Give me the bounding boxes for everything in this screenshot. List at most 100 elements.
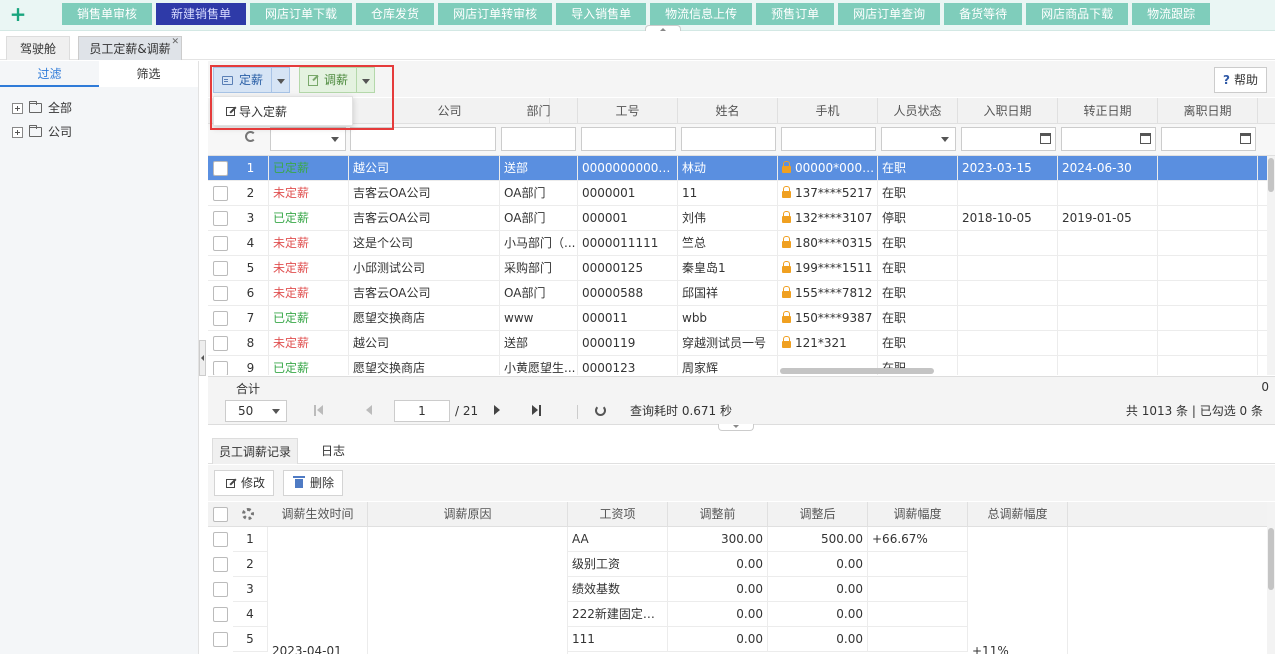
nav-tab[interactable]: 网店商品下载 xyxy=(1026,3,1129,25)
nav-tab[interactable]: 仓库发货 xyxy=(356,3,435,25)
regular-date-filter[interactable] xyxy=(1061,127,1156,151)
tab-salary[interactable]: 员工定薪&调薪 ✕ xyxy=(78,36,182,60)
phone-filter-input[interactable] xyxy=(781,127,876,151)
row-checkbox[interactable] xyxy=(213,557,228,572)
emp-no-filter-input[interactable] xyxy=(581,127,676,151)
col-regular-date[interactable]: 转正日期 xyxy=(1058,98,1158,124)
expand-icon[interactable] xyxy=(12,126,23,138)
first-page-button[interactable] xyxy=(314,403,326,417)
import-salary-menu-item[interactable]: 导入定薪 xyxy=(213,96,353,126)
col-name[interactable]: 姓名 xyxy=(678,98,778,124)
col-state[interactable]: 人员状态 xyxy=(878,98,958,124)
row-checkbox[interactable] xyxy=(213,361,228,375)
table-row[interactable]: 8 未定薪 越公司 送部 0000119 穿越测试员一号 121*321 在职 xyxy=(208,331,1267,356)
prev-page-button[interactable] xyxy=(366,403,378,417)
edit-button[interactable]: 修改 xyxy=(214,470,275,496)
refresh-icon[interactable] xyxy=(245,131,256,142)
dept-filter-input[interactable] xyxy=(501,127,576,151)
adjust-salary-button[interactable]: 调薪 xyxy=(299,67,358,93)
hire-date-filter[interactable] xyxy=(961,127,1056,151)
collapse-bottom-handle[interactable] xyxy=(718,424,754,431)
nav-tab[interactable]: 导入销售单 xyxy=(556,3,647,25)
col-salary-item[interactable]: 工资项 xyxy=(568,502,668,527)
company-filter-input[interactable] xyxy=(350,127,496,151)
set-salary-dropdown-toggle[interactable] xyxy=(272,67,291,93)
nav-tab[interactable]: 销售单审核 xyxy=(62,3,153,25)
table-row[interactable]: 9 已定薪 愿望交换商店 小黄愿望生... 0000123 周家辉 在职 xyxy=(208,356,1267,375)
grid-horizontal-scrollbar[interactable] xyxy=(780,368,934,374)
page-number-input[interactable]: 1 xyxy=(394,400,450,422)
name-filter-input[interactable] xyxy=(681,127,776,151)
table-row[interactable]: 1 已定薪 越公司 送部 00000000000... 林动 00000*000… xyxy=(208,156,1267,181)
gear-icon[interactable] xyxy=(242,508,254,520)
table-row[interactable]: 5 未定薪 小邱测试公司 采购部门 00000125 秦皇岛1 199****1… xyxy=(208,256,1267,281)
row-checkbox[interactable] xyxy=(213,261,228,276)
next-page-button[interactable] xyxy=(494,403,506,417)
nav-tab[interactable]: 新建销售单 xyxy=(156,3,247,25)
page-size-select[interactable]: 50 xyxy=(225,400,287,422)
col-effective-date[interactable]: 调薪生效时间 xyxy=(268,502,368,527)
set-salary-button[interactable]: 定薪 xyxy=(213,67,273,93)
col-leave-date[interactable]: 离职日期 xyxy=(1158,98,1258,124)
row-checkbox[interactable] xyxy=(213,286,228,301)
col-emp-no[interactable]: 工号 xyxy=(578,98,678,124)
tab-cockpit[interactable]: 驾驶舱 xyxy=(6,36,70,60)
status-filter-select[interactable] xyxy=(270,127,346,151)
tree-item-all[interactable]: 全部 xyxy=(12,99,72,117)
nav-tab[interactable]: 物流跟踪 xyxy=(1132,3,1211,25)
table-row[interactable]: 4 未定薪 这是个公司 小马部门（... 0000011111 竺总 180**… xyxy=(208,231,1267,256)
tab-screen[interactable]: 筛选 xyxy=(99,61,198,87)
calendar-icon[interactable] xyxy=(1140,133,1151,144)
col-hire-date[interactable]: 入职日期 xyxy=(958,98,1058,124)
nav-tab[interactable]: 网店订单转审核 xyxy=(438,3,553,25)
grid-vertical-scrollbar[interactable] xyxy=(1267,156,1275,375)
table-row[interactable]: 6 未定薪 吉客云OA公司 OA部门 00000588 邱国祥 155****7… xyxy=(208,281,1267,306)
row-checkbox[interactable] xyxy=(213,532,228,547)
row-checkbox[interactable] xyxy=(213,161,228,176)
col-range[interactable]: 调薪幅度 xyxy=(868,502,968,527)
tab-log[interactable]: 日志 xyxy=(298,438,368,464)
nav-tab[interactable]: 预售订单 xyxy=(756,3,835,25)
table-row[interactable]: 2 未定薪 吉客云OA公司 OA部门 0000001 11 137****521… xyxy=(208,181,1267,206)
col-before[interactable]: 调整前 xyxy=(668,502,768,527)
row-checkbox[interactable] xyxy=(213,311,228,326)
col-phone[interactable]: 手机 xyxy=(778,98,878,124)
collapse-left-panel-handle[interactable] xyxy=(199,340,206,376)
row-checkbox[interactable] xyxy=(213,236,228,251)
state-filter-select[interactable] xyxy=(881,127,956,151)
col-total-range[interactable]: 总调薪幅度 xyxy=(968,502,1068,527)
row-checkbox[interactable] xyxy=(213,632,228,647)
tab-salary-records[interactable]: 员工调薪记录 xyxy=(212,438,298,464)
help-button[interactable]: ? 帮助 xyxy=(1214,67,1267,93)
nav-tab[interactable]: 备货等待 xyxy=(944,3,1023,25)
nav-tab[interactable]: 物流信息上传 xyxy=(650,3,753,25)
col-after[interactable]: 调整后 xyxy=(768,502,868,527)
row-checkbox[interactable] xyxy=(213,582,228,597)
last-page-button[interactable] xyxy=(532,403,544,417)
col-reason[interactable]: 调薪原因 xyxy=(368,502,568,527)
calendar-icon[interactable] xyxy=(1240,133,1251,144)
row-checkbox[interactable] xyxy=(213,211,228,226)
bottom-vertical-scrollbar[interactable] xyxy=(1267,502,1275,654)
add-icon[interactable]: + xyxy=(9,3,27,25)
adjust-salary-dropdown-toggle[interactable] xyxy=(357,67,376,93)
row-checkbox[interactable] xyxy=(213,336,228,351)
reload-icon[interactable] xyxy=(595,405,606,416)
delete-button[interactable]: 删除 xyxy=(283,470,344,496)
row-checkbox[interactable] xyxy=(213,607,228,622)
expand-icon[interactable] xyxy=(12,102,23,114)
close-icon[interactable]: ✕ xyxy=(171,30,179,54)
tree-item-company[interactable]: 公司 xyxy=(12,123,72,141)
table-row[interactable]: 3 已定薪 吉客云OA公司 OA部门 000001 刘伟 132****3107… xyxy=(208,206,1267,231)
tab-filter[interactable]: 过滤 xyxy=(0,61,99,87)
select-all-checkbox[interactable] xyxy=(213,507,228,522)
table-row[interactable]: 7 已定薪 愿望交换商店 www 000011 wbb 150****9387 … xyxy=(208,306,1267,331)
nav-tab[interactable]: 网店订单下载 xyxy=(250,3,353,25)
nav-tab[interactable]: 网店订单查询 xyxy=(838,3,941,25)
scrollbar-thumb[interactable] xyxy=(1268,528,1274,590)
row-checkbox[interactable] xyxy=(213,186,228,201)
col-dept[interactable]: 部门 xyxy=(500,98,578,124)
leave-date-filter[interactable] xyxy=(1161,127,1256,151)
calendar-icon[interactable] xyxy=(1040,133,1051,144)
scrollbar-thumb[interactable] xyxy=(1268,158,1274,192)
